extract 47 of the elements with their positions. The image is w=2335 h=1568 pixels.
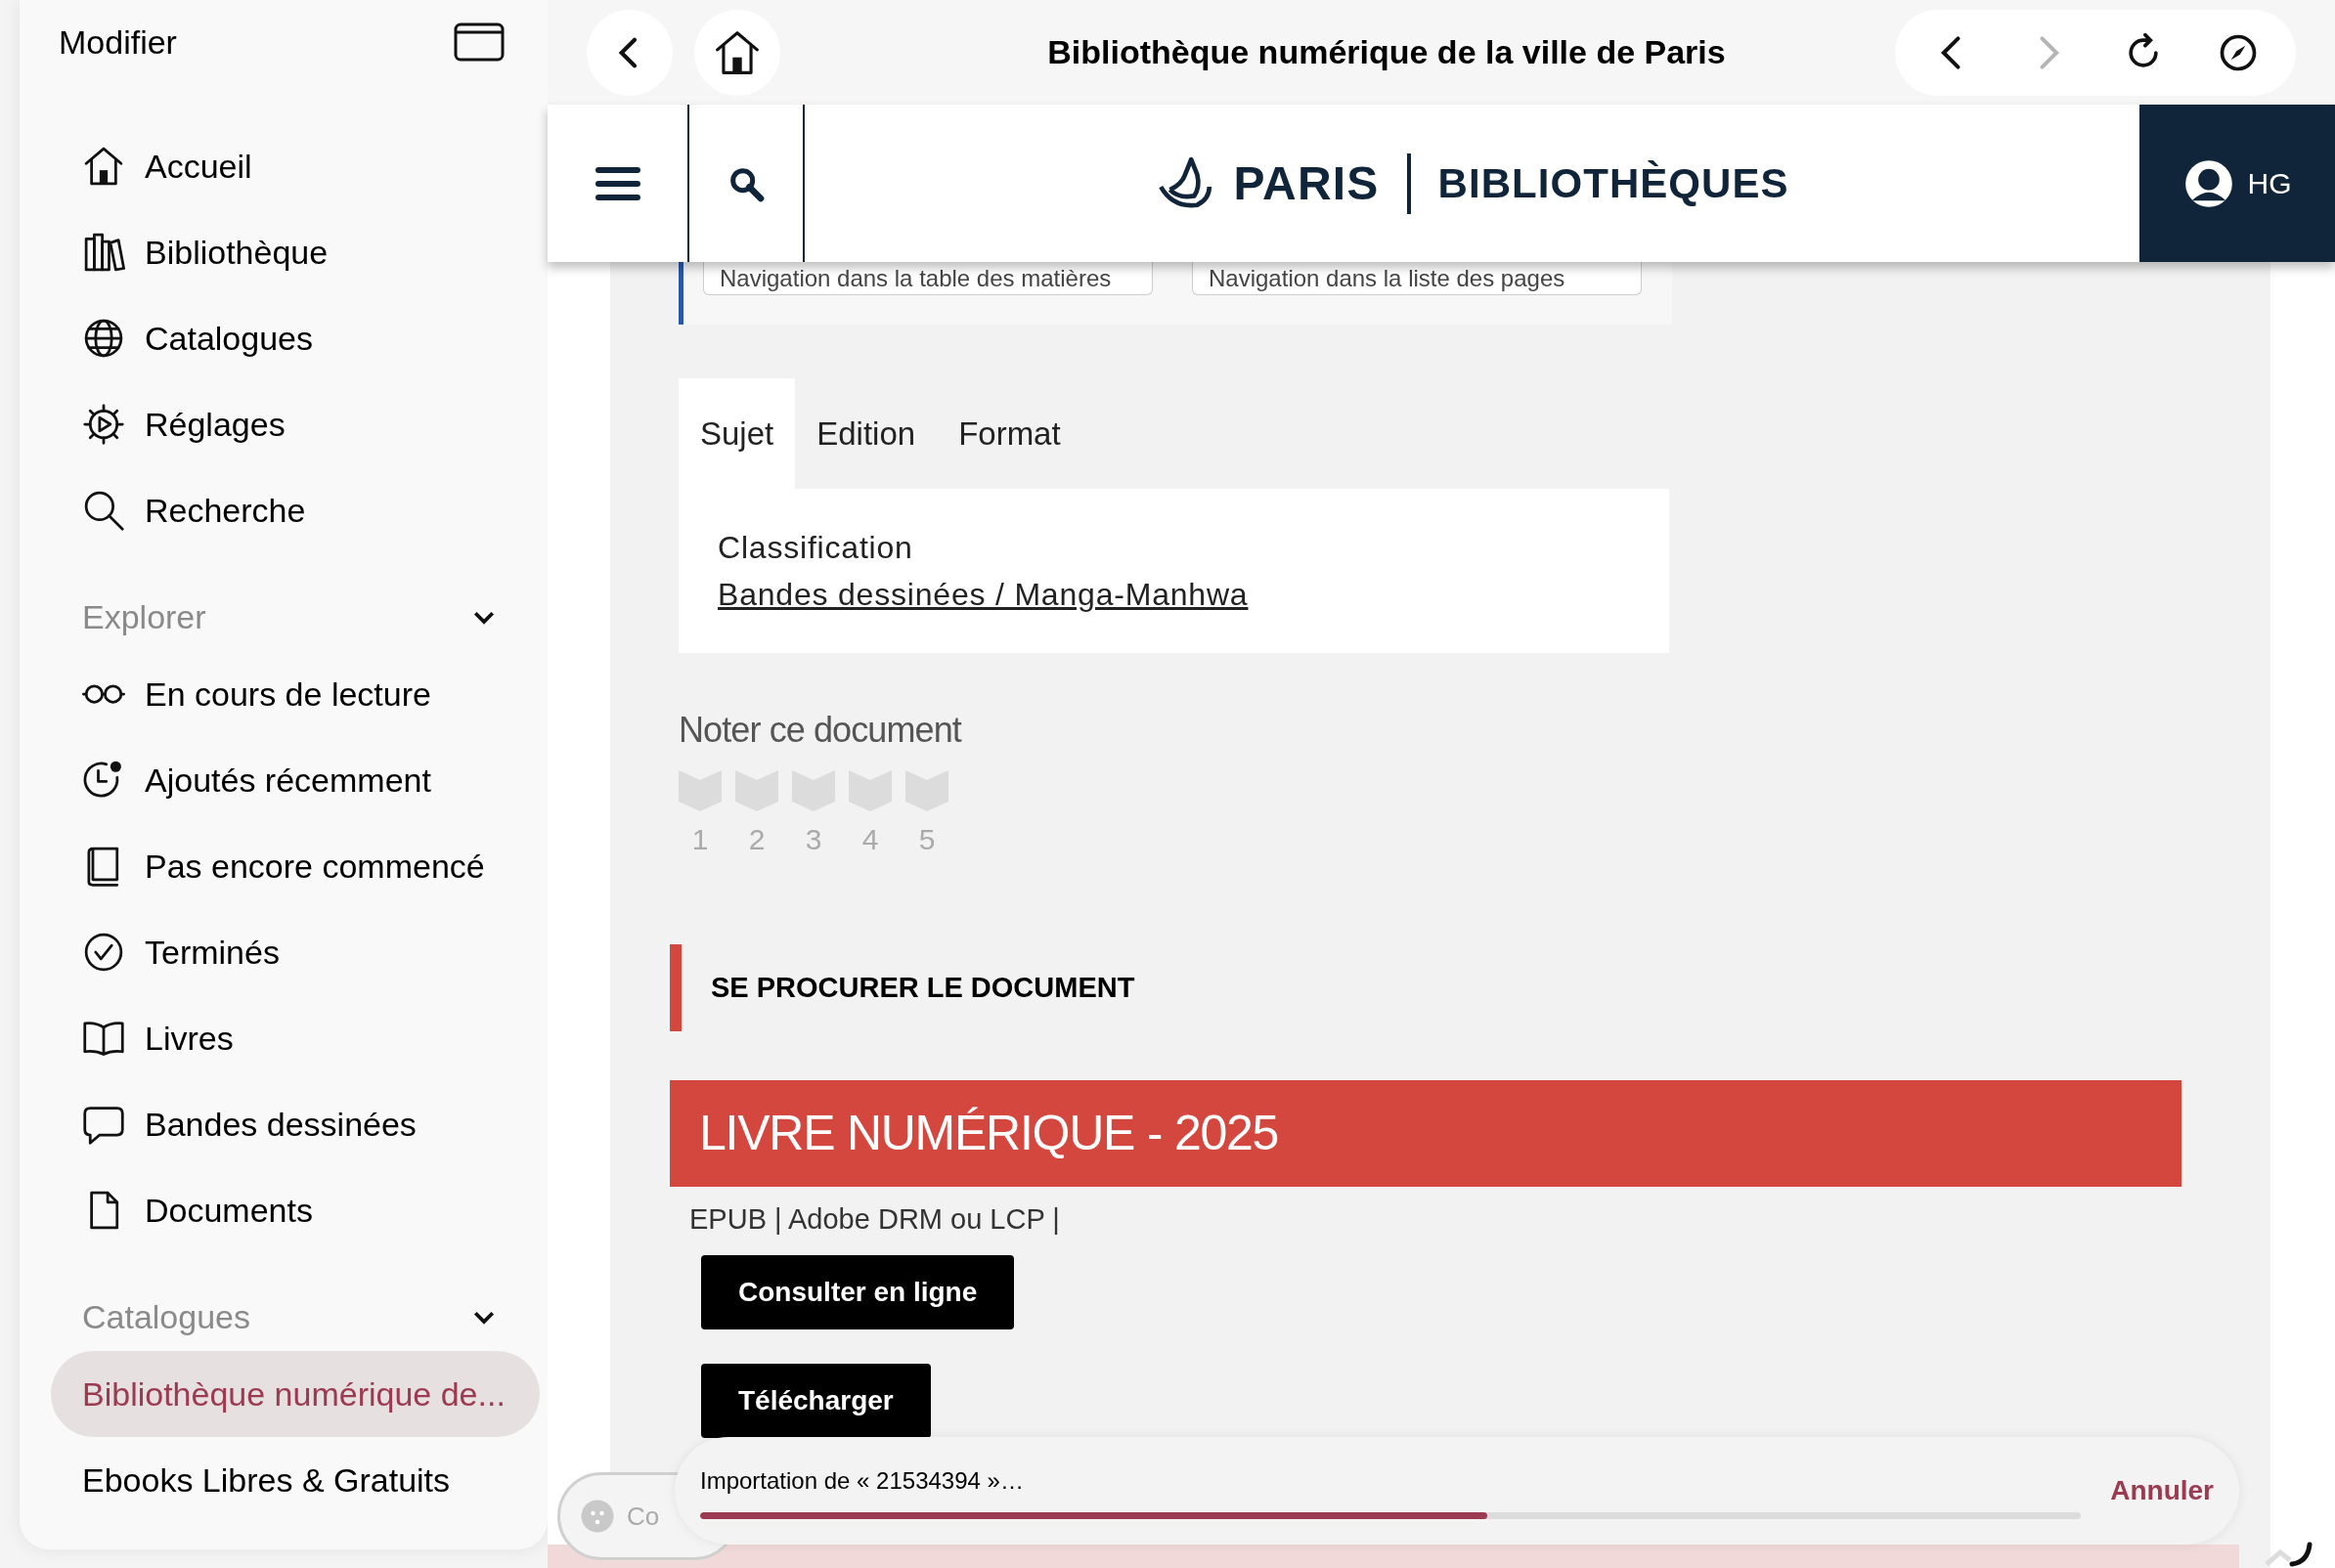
sidebar-item[interactable]: Pas encore commencé [82, 823, 508, 909]
home-icon [82, 145, 125, 188]
tab[interactable]: Format [937, 378, 1082, 489]
rating-number: 3 [804, 822, 823, 857]
sidebar-item[interactable]: Recherche [82, 467, 508, 553]
format-text: EPUB | Adobe DRM ou LCP | [689, 1202, 1060, 1237]
offer-title: LIVRE NUMÉRIQUE - 2025 [699, 1105, 1279, 1162]
books-icon [82, 231, 125, 274]
tab[interactable]: Sujet [679, 378, 796, 489]
rating-number: 4 [860, 822, 880, 857]
edit-link[interactable]: Modifier [59, 17, 177, 67]
action-button[interactable]: Télécharger [701, 1363, 931, 1438]
cancel-button[interactable]: Annuler [2110, 1470, 2214, 1511]
checkmark-circle-icon [82, 931, 125, 974]
logo-text: PARIS [1233, 155, 1380, 211]
rating-title: Noter ce document [679, 709, 961, 752]
classification-link[interactable]: Bandes dessinées / Manga-Manhwa [718, 571, 1249, 618]
page-title: Bibliothèque numérique de la ville de Paris [1046, 32, 1727, 72]
sidebar-item[interactable]: Ebooks Libres & Gratuits [82, 1437, 508, 1523]
globe-icon [82, 317, 125, 360]
search-icon [82, 489, 125, 532]
section-title: SE PROCURER LE DOCUMENT [711, 970, 1135, 1005]
sidebar-item[interactable]: Bibliothèque numérique de... [51, 1351, 540, 1437]
rating-number: 5 [917, 822, 937, 857]
rating-number: 2 [747, 822, 767, 857]
sidebar-item[interactable]: Réglages [82, 381, 508, 467]
action-button[interactable]: Consulter en ligne [701, 1254, 1015, 1329]
sidebar-toggle-icon[interactable] [454, 22, 505, 62]
user-avatar-icon [2182, 157, 2234, 209]
logo-text: BIBLIOTHÈQUES [1437, 159, 1789, 208]
sidebar-item[interactable]: Bibliothèque [82, 209, 508, 295]
face-icon [580, 1499, 615, 1534]
field-label: Classification [718, 529, 914, 567]
sidebar-item[interactable]: Catalogues [82, 295, 508, 381]
sidebar-item[interactable]: Documents [82, 1167, 508, 1253]
tab[interactable]: Edition [795, 378, 938, 489]
navigation-button[interactable]: Navigation dans la liste des pages [1192, 262, 1642, 295]
rating-number: 1 [690, 822, 710, 857]
navigation-button[interactable]: Navigation dans la table des matières [703, 262, 1153, 295]
account-button[interactable]: HG [2139, 105, 2335, 262]
sidebar-item[interactable]: Livres [82, 995, 508, 1081]
sidebar-item[interactable]: Terminés [82, 909, 508, 995]
sidebar-item[interactable]: Accueil [82, 123, 508, 209]
gear-icon [82, 403, 125, 446]
sidebar-item[interactable]: Bandes dessinées [82, 1081, 508, 1167]
sidebar-item[interactable]: En cours de lecture [82, 651, 508, 737]
sidebar-item[interactable]: Ajoutés récemment [82, 737, 508, 823]
